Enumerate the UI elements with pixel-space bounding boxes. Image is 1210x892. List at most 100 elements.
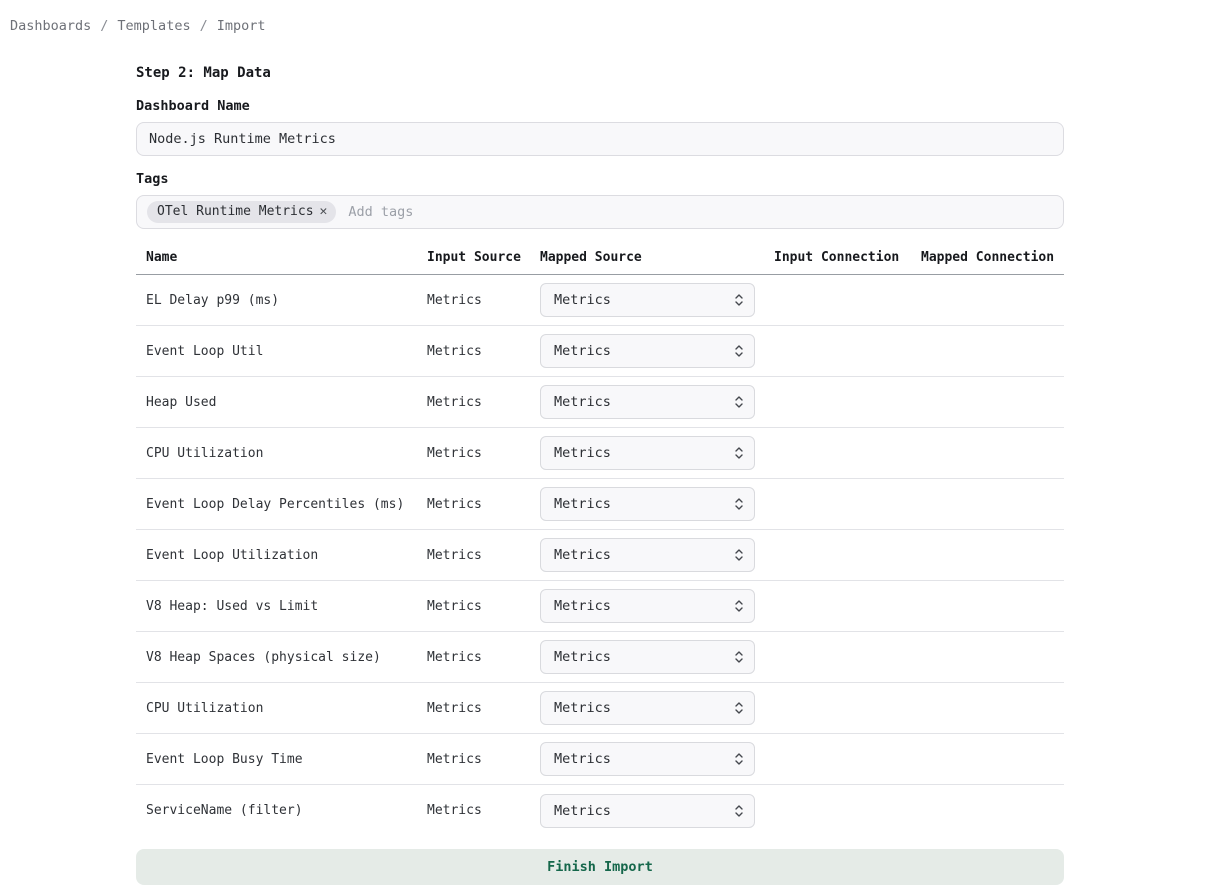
table-row: Event Loop Busy Time Metrics Metrics	[136, 734, 1064, 785]
breadcrumb-separator: /	[100, 19, 108, 33]
dashboard-name-label: Dashboard Name	[136, 99, 1064, 113]
mapped-source-selected-value: Metrics	[554, 292, 611, 308]
mapped-source-selected-value: Metrics	[554, 394, 611, 410]
mapped-source-select[interactable]: Metrics	[540, 436, 755, 470]
mapped-source-selected-value: Metrics	[554, 803, 611, 819]
table-row: CPU Utilization Metrics Metrics	[136, 683, 1064, 734]
step-title: Step 2: Map Data	[136, 66, 1064, 80]
column-header-mapped-source: Mapped Source	[540, 250, 774, 265]
add-tags-input[interactable]	[346, 196, 1053, 228]
mapped-source-select[interactable]: Metrics	[540, 691, 755, 725]
column-header-mapped-connection: Mapped Connection	[921, 250, 1064, 265]
breadcrumb-item-templates[interactable]: Templates	[117, 19, 190, 33]
row-mapped-source-cell: Metrics	[540, 436, 774, 470]
row-name: Heap Used	[146, 395, 427, 410]
table-row: Event Loop Delay Percentiles (ms) Metric…	[136, 479, 1064, 530]
mapping-table: Name Input Source Mapped Source Input Co…	[136, 247, 1064, 836]
table-row: Event Loop Utilization Metrics Metrics	[136, 530, 1064, 581]
tags-field[interactable]: OTel Runtime Metrics ✕	[136, 195, 1064, 229]
tag-chip-label: OTel Runtime Metrics	[157, 204, 314, 219]
row-name: ServiceName (filter)	[146, 803, 427, 818]
select-chevrons-icon	[734, 751, 744, 767]
row-mapped-source-cell: Metrics	[540, 589, 774, 623]
row-mapped-source-cell: Metrics	[540, 640, 774, 674]
row-input-source: Metrics	[427, 701, 540, 716]
row-input-source: Metrics	[427, 293, 540, 308]
row-mapped-source-cell: Metrics	[540, 794, 774, 828]
table-body: EL Delay p99 (ms) Metrics Metrics Event …	[136, 275, 1064, 836]
dashboard-name-input[interactable]	[136, 122, 1064, 156]
row-input-source: Metrics	[427, 497, 540, 512]
row-name: V8 Heap: Used vs Limit	[146, 599, 427, 614]
select-chevrons-icon	[734, 496, 744, 512]
mapped-source-selected-value: Metrics	[554, 649, 611, 665]
row-name: CPU Utilization	[146, 701, 427, 716]
mapped-source-select[interactable]: Metrics	[540, 487, 755, 521]
mapped-source-select[interactable]: Metrics	[540, 794, 755, 828]
mapped-source-selected-value: Metrics	[554, 547, 611, 563]
breadcrumb-separator: /	[200, 19, 208, 33]
table-header-row: Name Input Source Mapped Source Input Co…	[136, 247, 1064, 275]
row-input-source: Metrics	[427, 803, 540, 818]
row-mapped-source-cell: Metrics	[540, 487, 774, 521]
mapped-source-selected-value: Metrics	[554, 751, 611, 767]
row-mapped-source-cell: Metrics	[540, 385, 774, 419]
select-chevrons-icon	[734, 445, 744, 461]
mapped-source-select[interactable]: Metrics	[540, 385, 755, 419]
mapped-source-selected-value: Metrics	[554, 445, 611, 461]
table-row: CPU Utilization Metrics Metrics	[136, 428, 1064, 479]
breadcrumb: Dashboards / Templates / Import	[0, 0, 1210, 33]
select-chevrons-icon	[734, 598, 744, 614]
mapped-source-select[interactable]: Metrics	[540, 538, 755, 572]
mapped-source-selected-value: Metrics	[554, 496, 611, 512]
select-chevrons-icon	[734, 292, 744, 308]
select-chevrons-icon	[734, 700, 744, 716]
row-mapped-source-cell: Metrics	[540, 742, 774, 776]
table-row: Event Loop Util Metrics Metrics	[136, 326, 1064, 377]
mapped-source-select[interactable]: Metrics	[540, 334, 755, 368]
mapped-source-selected-value: Metrics	[554, 700, 611, 716]
import-wizard-content: Step 2: Map Data Dashboard Name Tags OTe…	[136, 66, 1064, 885]
row-name: Event Loop Util	[146, 344, 427, 359]
row-input-source: Metrics	[427, 599, 540, 614]
row-name: V8 Heap Spaces (physical size)	[146, 650, 427, 665]
table-row: EL Delay p99 (ms) Metrics Metrics	[136, 275, 1064, 326]
table-row: Heap Used Metrics Metrics	[136, 377, 1064, 428]
row-name: Event Loop Delay Percentiles (ms)	[146, 497, 427, 512]
row-input-source: Metrics	[427, 446, 540, 461]
row-name: CPU Utilization	[146, 446, 427, 461]
row-input-source: Metrics	[427, 650, 540, 665]
mapped-source-select[interactable]: Metrics	[540, 742, 755, 776]
breadcrumb-item-import: Import	[217, 19, 266, 33]
row-mapped-source-cell: Metrics	[540, 538, 774, 572]
mapped-source-select[interactable]: Metrics	[540, 589, 755, 623]
mapped-source-selected-value: Metrics	[554, 598, 611, 614]
column-header-input-source: Input Source	[427, 250, 540, 265]
select-chevrons-icon	[734, 649, 744, 665]
finish-import-button[interactable]: Finish Import	[136, 849, 1064, 885]
row-input-source: Metrics	[427, 395, 540, 410]
tag-chip: OTel Runtime Metrics ✕	[147, 201, 336, 223]
column-header-input-connection: Input Connection	[774, 250, 921, 265]
select-chevrons-icon	[734, 394, 744, 410]
breadcrumb-item-dashboards[interactable]: Dashboards	[10, 19, 91, 33]
select-chevrons-icon	[734, 343, 744, 359]
row-name: EL Delay p99 (ms)	[146, 293, 427, 308]
tags-label: Tags	[136, 172, 1064, 186]
row-name: Event Loop Utilization	[146, 548, 427, 563]
remove-tag-icon[interactable]: ✕	[320, 205, 328, 218]
row-mapped-source-cell: Metrics	[540, 691, 774, 725]
select-chevrons-icon	[734, 803, 744, 819]
row-name: Event Loop Busy Time	[146, 752, 427, 767]
mapped-source-select[interactable]: Metrics	[540, 640, 755, 674]
row-input-source: Metrics	[427, 752, 540, 767]
mapped-source-selected-value: Metrics	[554, 343, 611, 359]
row-input-source: Metrics	[427, 344, 540, 359]
table-row: ServiceName (filter) Metrics Metrics	[136, 785, 1064, 836]
table-row: V8 Heap: Used vs Limit Metrics Metrics	[136, 581, 1064, 632]
mapped-source-select[interactable]: Metrics	[540, 283, 755, 317]
row-mapped-source-cell: Metrics	[540, 334, 774, 368]
row-mapped-source-cell: Metrics	[540, 283, 774, 317]
row-input-source: Metrics	[427, 548, 540, 563]
column-header-name: Name	[146, 250, 427, 265]
